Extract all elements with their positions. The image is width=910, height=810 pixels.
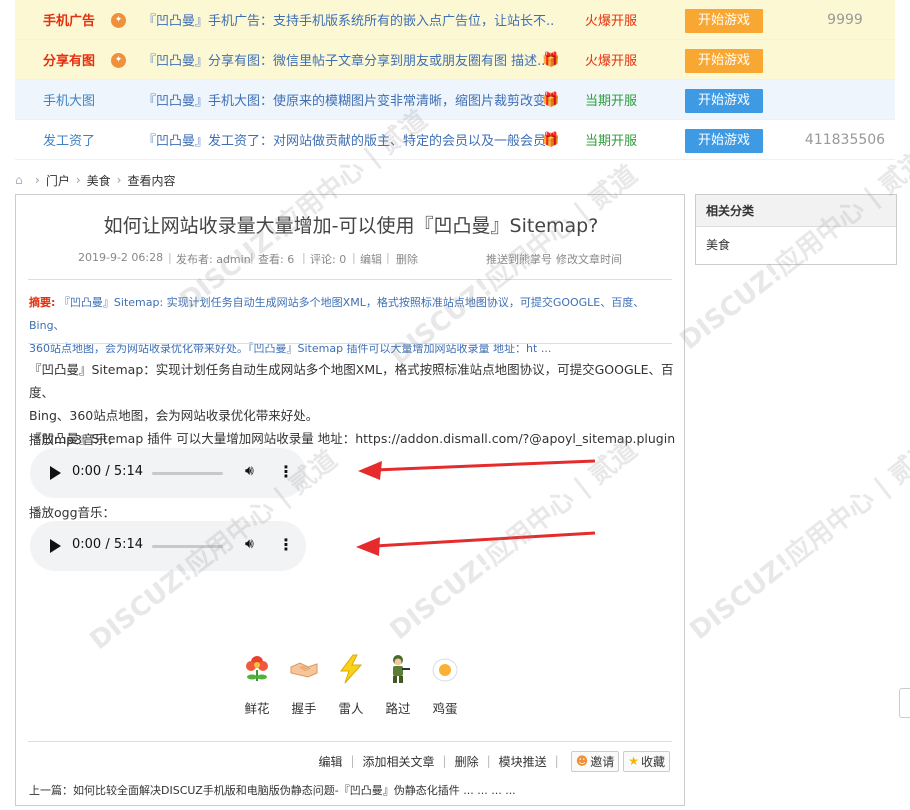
annotation-arrows (356, 459, 596, 556)
page: 手机广告 ✦ 『凹凸曼』手机广告：支持手机版系统所有的嵌入点广告位，让站长不..… (0, 0, 910, 810)
arrow-icon (358, 459, 596, 480)
arrow-icon (356, 531, 596, 556)
